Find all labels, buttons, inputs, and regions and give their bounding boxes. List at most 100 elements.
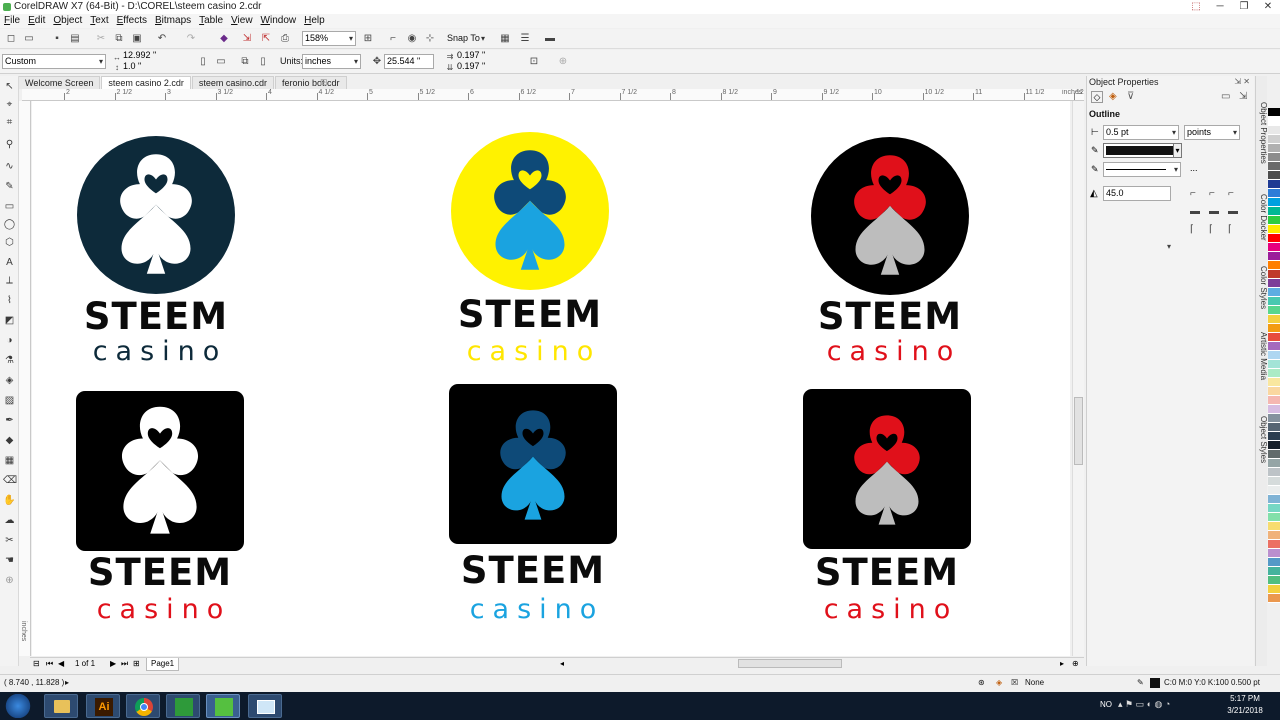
zoom-level-select[interactable]: 158%	[302, 31, 356, 46]
connector-tool-icon[interactable]: ⌇	[3, 294, 16, 307]
color-swatch[interactable]	[1268, 513, 1280, 522]
landscape-icon[interactable]: ▭	[214, 55, 228, 69]
docker-close-icon[interactable]: ⇲ ✕	[1234, 77, 1250, 86]
paste-icon[interactable]: ▣	[130, 32, 144, 46]
color-swatch[interactable]	[1268, 288, 1280, 297]
add-page-icon[interactable]: ⊞	[133, 658, 140, 670]
import-icon[interactable]: ⇲	[240, 32, 254, 46]
menu-table[interactable]: Table	[195, 14, 227, 28]
all-pages-icon[interactable]: ⧉	[238, 55, 252, 69]
color-swatch[interactable]	[1268, 486, 1280, 495]
zoom-icon[interactable]: ⊕	[1072, 658, 1079, 670]
close-button[interactable]: ✕	[1256, 0, 1280, 14]
color-swatch[interactable]	[1268, 360, 1280, 369]
treat-as-filled-icon[interactable]: ⊡	[527, 55, 541, 69]
show-rulers-icon[interactable]: ⌐	[386, 32, 400, 46]
chrome-taskbar-icon[interactable]	[126, 694, 160, 718]
menu-effects[interactable]: Effects	[113, 14, 151, 28]
vertical-ruler[interactable]: inches	[19, 101, 31, 656]
outline-width-select[interactable]: 0.5 pt	[1103, 125, 1179, 140]
color-swatch[interactable]	[1268, 270, 1280, 279]
cut-icon[interactable]: ✂	[94, 32, 108, 46]
logo-square-badge[interactable]	[449, 384, 617, 544]
menu-text[interactable]: Text	[86, 14, 112, 28]
color-swatch[interactable]	[1268, 558, 1280, 567]
drop-shadow-tool-icon[interactable]: ◩	[3, 314, 16, 327]
logo-circle-badge[interactable]	[76, 135, 236, 295]
tray-icons[interactable]: ▴ ⚑ ▭ ◐ ◍ ◔	[1118, 699, 1170, 710]
docker-tab[interactable]: Object Properties	[1256, 102, 1268, 164]
export-icon[interactable]: ⇱	[259, 32, 273, 46]
zoom-tool-icon[interactable]: ⚲	[3, 138, 16, 151]
color-swatch[interactable]	[1268, 540, 1280, 549]
show-guidelines-icon[interactable]: ⊹	[423, 32, 437, 46]
photo-viewer-taskbar-icon[interactable]	[248, 694, 282, 718]
round-cap-icon[interactable]: ▬	[1209, 206, 1219, 217]
color-swatch[interactable]	[1268, 261, 1280, 270]
color-swatch[interactable]	[1268, 180, 1280, 189]
crop-tool-icon[interactable]: ⌗	[3, 116, 16, 129]
document-tab[interactable]: Welcome Screen	[18, 76, 101, 89]
color-swatch[interactable]	[1268, 450, 1280, 459]
logo-square-badge[interactable]	[803, 389, 971, 549]
round-join-icon[interactable]: ⌐	[1209, 188, 1215, 199]
artistic-media-tool-icon[interactable]: ✎	[3, 180, 16, 193]
start-button[interactable]	[2, 694, 34, 718]
corel-taskbar-icon[interactable]	[166, 694, 200, 718]
pan-tool-icon[interactable]: ☚	[3, 554, 16, 567]
color-palette[interactable]	[1268, 108, 1280, 663]
save-icon[interactable]: ▪	[50, 32, 64, 46]
copy-icon[interactable]: ⧉	[112, 32, 126, 46]
color-swatch[interactable]	[1268, 216, 1280, 225]
horizontal-ruler[interactable]: 2 2 1/2 3 3 1/2 4 4 1/2 5 5 1/2 6 6 1/2 7 7 1/2 8 8 1…	[22, 89, 1084, 101]
vertical-scroll-thumb[interactable]	[1074, 397, 1083, 465]
color-swatch[interactable]	[1268, 495, 1280, 504]
duplicate-x-input[interactable]: 0.197 "	[455, 50, 511, 61]
color-swatch[interactable]	[1268, 324, 1280, 333]
parallel-dimension-tool-icon[interactable]: ⟂	[3, 274, 16, 287]
color-swatch[interactable]	[1268, 387, 1280, 396]
color-swatch[interactable]	[1268, 225, 1280, 234]
color-swatch[interactable]	[1268, 135, 1280, 144]
show-grid-icon[interactable]: ◉	[405, 32, 419, 46]
color-swatch[interactable]	[1268, 153, 1280, 162]
color-swatch[interactable]	[1268, 279, 1280, 288]
menu-edit[interactable]: Edit	[24, 14, 49, 28]
rectangle-tool-icon[interactable]: ▭	[3, 200, 16, 213]
color-swatch[interactable]	[1268, 468, 1280, 477]
menu-view[interactable]: View	[227, 14, 257, 28]
color-swatch[interactable]	[1268, 342, 1280, 351]
explorer-taskbar-icon[interactable]	[44, 694, 78, 718]
logo-square-badge[interactable]	[76, 391, 244, 551]
outline-units-select[interactable]: points	[1184, 125, 1240, 140]
color-swatch[interactable]	[1268, 549, 1280, 558]
menu-window[interactable]: Window	[257, 14, 301, 28]
hand-tool-icon[interactable]: ✋	[3, 494, 16, 507]
color-swatch[interactable]	[1268, 351, 1280, 360]
undo-icon[interactable]: ↶	[155, 32, 169, 46]
first-page-icon[interactable]: ⏮	[46, 658, 53, 670]
outline-tool-icon[interactable]: ✒	[3, 414, 16, 427]
minimize-button[interactable]: ─	[1208, 0, 1232, 14]
help-icon[interactable]: ⬚	[1184, 0, 1208, 14]
publish-pdf-icon[interactable]: ⎙	[278, 32, 292, 46]
page-preset-select[interactable]: Custom	[2, 54, 106, 69]
page-setup-icon[interactable]: ⊟	[33, 658, 40, 670]
inside-position-icon[interactable]: ⌈	[1228, 224, 1232, 235]
docker-tab[interactable]: Color Styles	[1256, 266, 1268, 309]
line-style-select[interactable]	[1103, 162, 1181, 177]
scroll-left-icon[interactable]: ◂	[560, 658, 564, 670]
next-page-icon[interactable]: ▶	[110, 658, 116, 670]
transparency-tab-icon[interactable]: ⊽	[1127, 91, 1134, 102]
mesh-fill-tool-icon[interactable]: ▦	[3, 454, 16, 467]
square-cap-icon[interactable]: ▬	[1228, 206, 1238, 217]
welcome-screen-icon[interactable]: ▬	[543, 32, 557, 46]
color-swatch[interactable]	[1268, 252, 1280, 261]
color-swatch[interactable]	[1268, 441, 1280, 450]
zoom-to-page-icon[interactable]: ⊞	[361, 32, 375, 46]
add-icon[interactable]: ⊕	[556, 55, 570, 69]
color-swatch[interactable]	[1268, 243, 1280, 252]
outline-pen-icon[interactable]: ✎	[1137, 675, 1144, 691]
color-swatch[interactable]	[1268, 171, 1280, 180]
outline-color-picker[interactable]	[1103, 143, 1181, 158]
